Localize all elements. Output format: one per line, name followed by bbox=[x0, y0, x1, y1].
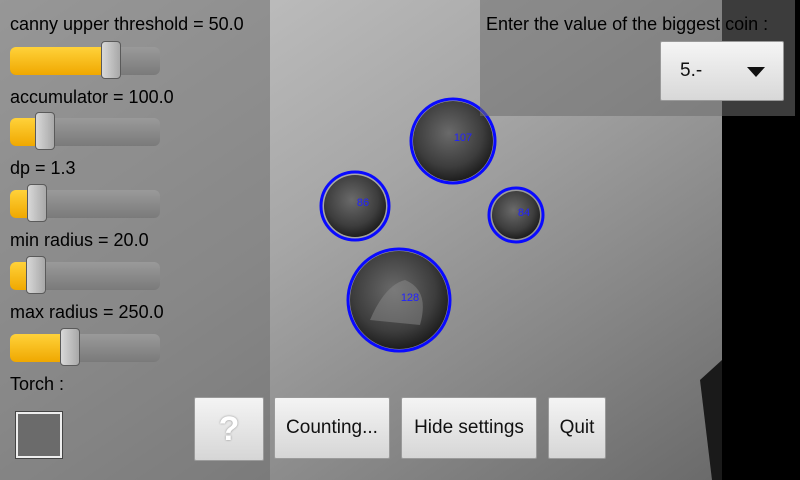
torch-label: Torch : bbox=[10, 374, 65, 394]
quit-button[interactable]: Quit bbox=[548, 397, 606, 459]
min-radius-slider[interactable] bbox=[10, 256, 160, 294]
coin-value-dropdown[interactable]: 5.- bbox=[660, 41, 784, 101]
accumulator-slider[interactable] bbox=[10, 112, 160, 150]
coin-value-prompt: Enter the value of the biggest coin : bbox=[486, 14, 769, 34]
dp-slider[interactable] bbox=[10, 184, 160, 222]
coin-value-selected: 5.- bbox=[680, 60, 703, 81]
max-radius-slider[interactable] bbox=[10, 328, 160, 366]
coin-size-label: 128 bbox=[401, 292, 419, 304]
hide-settings-button[interactable]: Hide settings bbox=[401, 397, 537, 459]
coin-3: 84 bbox=[487, 186, 545, 244]
slider-thumb[interactable] bbox=[27, 184, 47, 222]
slider-thumb[interactable] bbox=[101, 41, 121, 79]
min-radius-label: min radius = 20.0 bbox=[10, 230, 149, 250]
coin-2: 86 bbox=[319, 170, 391, 242]
accumulator-label: accumulator = 100.0 bbox=[10, 87, 174, 107]
coin-size-label: 84 bbox=[518, 207, 530, 219]
dp-label: dp = 1.3 bbox=[10, 158, 76, 178]
coin-size-label: 107 bbox=[454, 132, 472, 144]
canny-threshold-label: canny upper threshold = 50.0 bbox=[10, 14, 244, 34]
help-button[interactable]: ? bbox=[194, 397, 264, 461]
slider-thumb[interactable] bbox=[26, 256, 46, 294]
slider-fill bbox=[10, 47, 111, 75]
chevron-down-icon bbox=[747, 67, 765, 77]
counting-button[interactable]: Counting... bbox=[274, 397, 390, 459]
canny-threshold-slider[interactable] bbox=[10, 41, 160, 79]
torch-checkbox[interactable] bbox=[15, 411, 63, 459]
coin-size-label: 86 bbox=[357, 197, 369, 209]
max-radius-label: max radius = 250.0 bbox=[10, 302, 164, 322]
slider-thumb[interactable] bbox=[60, 328, 80, 366]
slider-thumb[interactable] bbox=[35, 112, 55, 150]
coin-4: 128 bbox=[346, 247, 452, 353]
